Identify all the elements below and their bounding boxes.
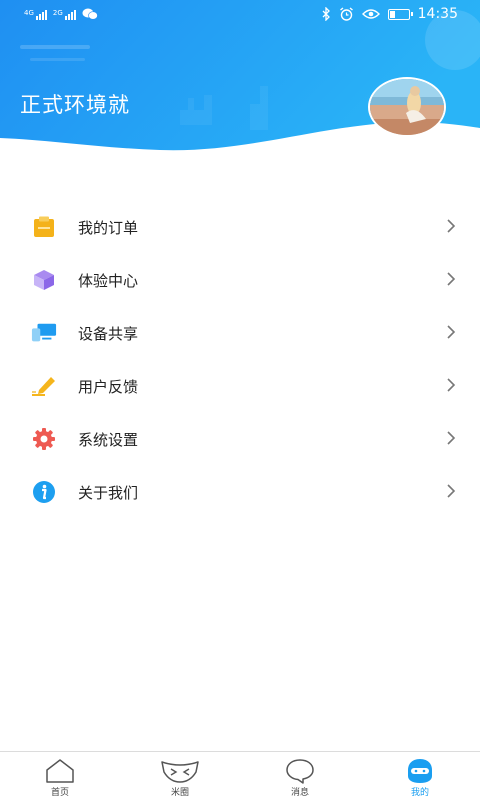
cube-icon: [31, 267, 57, 293]
menu-item-orders[interactable]: 我的订单: [0, 200, 480, 253]
info-icon: [31, 479, 57, 505]
bottom-tab-bar: 首页 米圈 消息 我的: [0, 751, 480, 801]
tab-mine[interactable]: 我的: [360, 752, 480, 801]
menu-item-device-share[interactable]: 设备共享: [0, 306, 480, 359]
wechat-icon: [82, 8, 98, 20]
tab-home[interactable]: 首页: [0, 752, 120, 801]
clipboard-icon: [31, 214, 57, 240]
tab-circle[interactable]: 米圈: [120, 752, 240, 801]
pen-icon: [31, 373, 57, 399]
menu-item-feedback[interactable]: 用户反馈: [0, 359, 480, 412]
chevron-right-icon: [447, 431, 456, 445]
signal-icon: 4G: [24, 10, 47, 20]
tab-messages[interactable]: 消息: [240, 752, 360, 801]
chevron-right-icon: [447, 272, 456, 286]
chevron-right-icon: [447, 378, 456, 392]
profile-icon: [408, 759, 432, 783]
signal-icon: 2G: [53, 10, 76, 20]
battery-icon: [387, 8, 413, 20]
gear-icon: [31, 426, 57, 452]
avatar[interactable]: [368, 77, 446, 137]
menu-item-settings[interactable]: 系统设置: [0, 412, 480, 465]
devices-icon: [31, 320, 57, 346]
menu-item-experience[interactable]: 体验中心: [0, 253, 480, 306]
chat-bubble-icon: [286, 759, 314, 784]
chevron-right-icon: [447, 219, 456, 233]
bluetooth-icon: [322, 7, 330, 21]
mask-icon: [161, 761, 199, 783]
clock: 14:35: [417, 6, 458, 22]
menu-item-about[interactable]: 关于我们: [0, 465, 480, 518]
chevron-right-icon: [447, 325, 456, 339]
eye-comfort-icon: [361, 9, 380, 19]
status-bar: 4G 2G 14:35: [0, 0, 480, 32]
page-title: 正式环境就: [20, 93, 130, 117]
home-icon: [46, 759, 74, 783]
chevron-right-icon: [447, 484, 456, 498]
settings-menu: 我的订单 体验中心 设备共享 用户反馈 系统设置 关于我们: [0, 200, 480, 518]
profile-header: 4G 2G 14:35 正式环境就: [0, 0, 480, 165]
avatar-image: [370, 79, 444, 135]
alarm-icon: [339, 7, 353, 21]
